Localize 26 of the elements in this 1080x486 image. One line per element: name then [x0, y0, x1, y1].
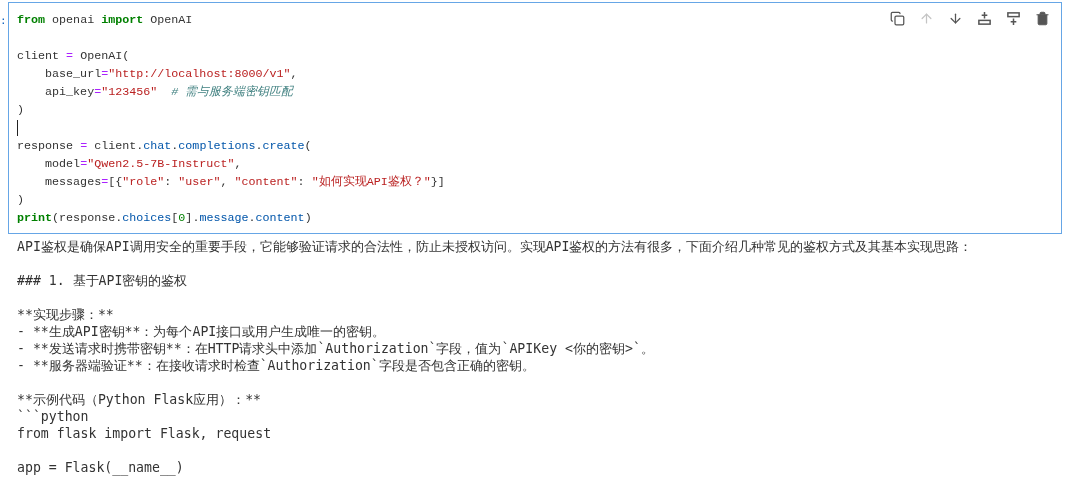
output-line: ### 1. 基于API密钥的鉴权: [17, 272, 188, 289]
trash-icon[interactable]: [1033, 9, 1051, 27]
output-line: **示例代码（Python Flask应用）：**: [17, 391, 262, 408]
code-cell[interactable]: [8, 2, 1062, 234]
code-line: ): [17, 192, 24, 209]
insert-below-icon[interactable]: [1004, 9, 1022, 27]
copy-icon[interactable]: [888, 9, 906, 27]
code-line: print(response.choices[0].message.content): [17, 210, 312, 227]
code-line: messages=[{"role": "user", "content": "如何实现API鉴权？"}]: [44, 174, 445, 191]
code-line: api_key="123456" # 需与服务端密钥匹配: [44, 84, 294, 101]
code-line: from openai import OpenAI: [17, 12, 193, 29]
code-line: base_url="http://localhost:8000/v1",: [44, 66, 298, 83]
insert-above-icon[interactable]: [975, 9, 993, 27]
code-line: response = client.chat.completions.create(: [17, 138, 312, 155]
output-line: - **生成API密钥**：为每个API接口或用户生成唯一的密钥。: [17, 323, 386, 340]
cell-prompt: :: [0, 13, 8, 27]
output-line: API鉴权是确保API调用安全的重要手段，它能够验证请求的合法性，防止未授权访问。实现API鉴权的方法有很多，下面介绍几种常见的鉴权方式及其基本实现思路：: [17, 238, 973, 255]
output-line: - **服务器端验证**：在接收请求时检查`Authorization`字段是否包含正确的密钥。: [17, 357, 535, 374]
code-line: client = OpenAI(: [17, 48, 130, 65]
output-line: - **发送请求时携带密钥**：在HTTP请求头中添加`Authorization`字段，值为`APIKey <你的密钥>`。: [17, 340, 654, 357]
code-line: model="Qwen2.5-7B-Instruct",: [44, 156, 242, 173]
output-line: ```python: [17, 408, 89, 425]
output-line: **实现步骤：**: [17, 306, 114, 323]
output-line: app = Flask(__name__): [17, 459, 184, 476]
output-line: from flask import Flask, request: [17, 425, 272, 442]
code-line: ): [17, 102, 24, 119]
